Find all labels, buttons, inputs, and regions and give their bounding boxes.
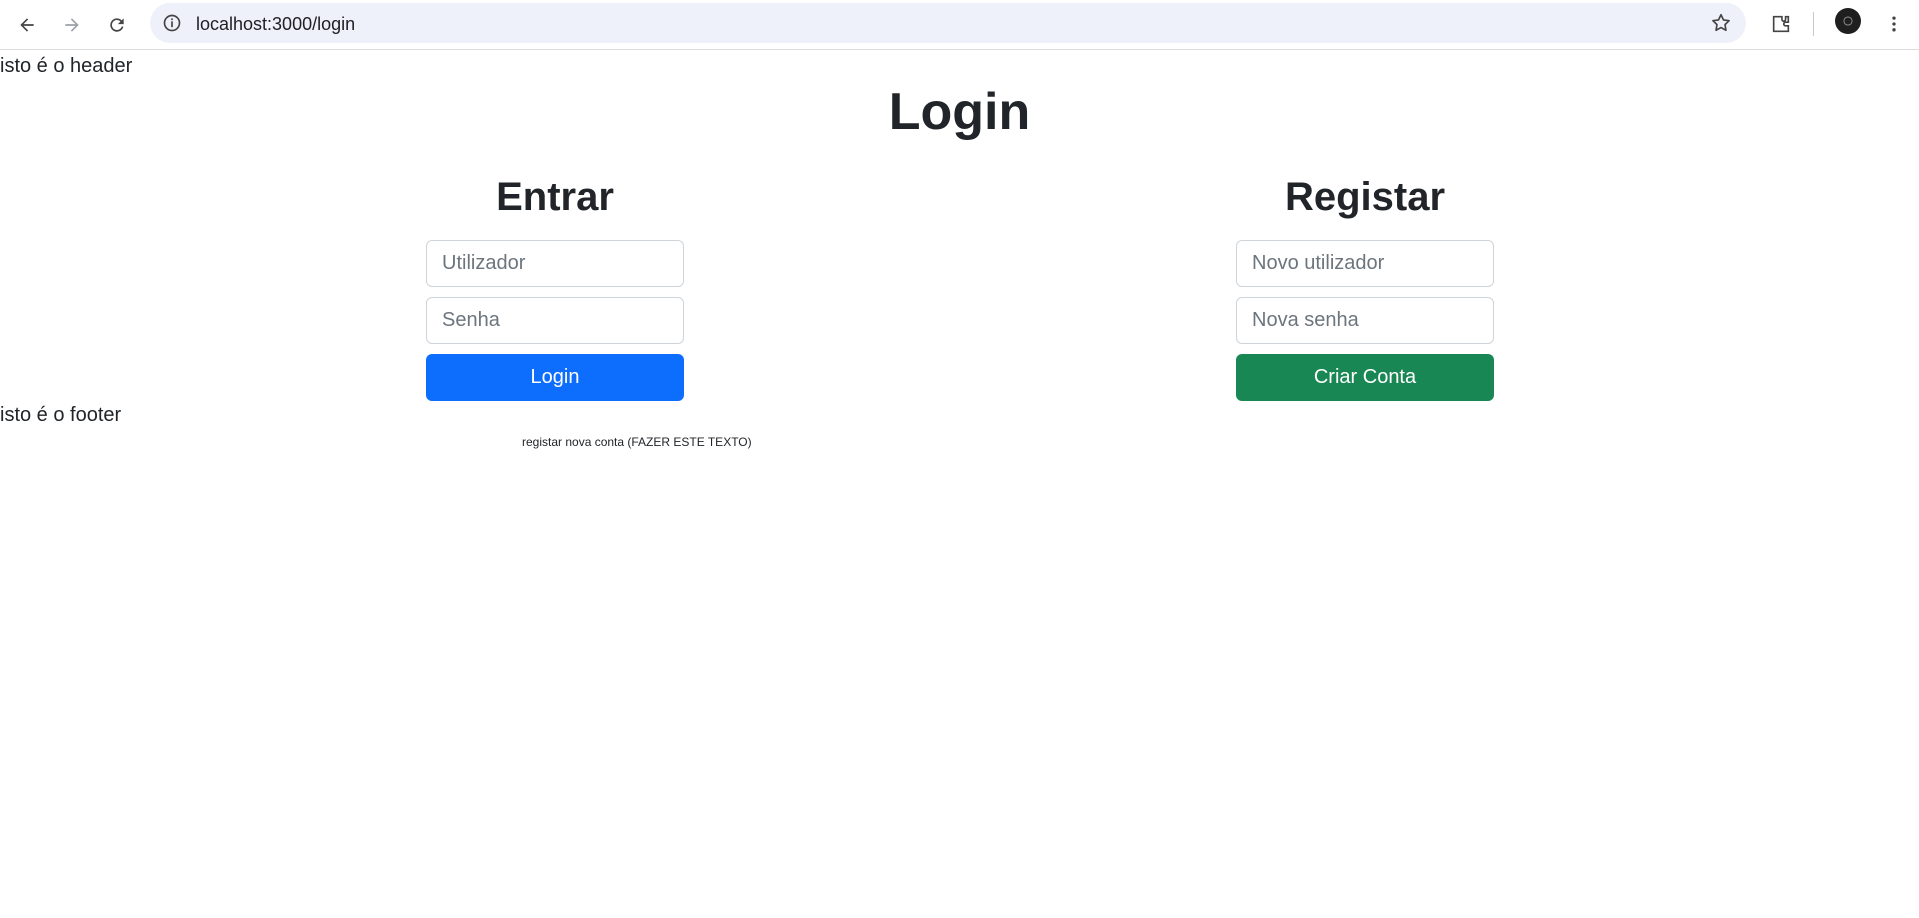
create-account-button[interactable]: Criar Conta [1236, 354, 1494, 401]
new-username-input[interactable] [1236, 240, 1494, 287]
reload-button[interactable] [99, 7, 135, 43]
login-button[interactable]: Login [426, 354, 684, 401]
extensions-button[interactable] [1765, 8, 1797, 40]
more-menu-button[interactable] [1880, 8, 1908, 40]
forward-button[interactable] [54, 7, 90, 43]
register-heading: Registar [1284, 175, 1446, 219]
address-bar[interactable]: localhost:3000/login [150, 3, 1746, 43]
register-form: Registar Criar Conta [1236, 172, 1494, 401]
register-new-account-link[interactable]: registar nova conta (FAZER ESTE TEXTO) [522, 435, 752, 449]
header-text: isto é o header [0, 55, 133, 77]
toolbar-divider [1813, 12, 1814, 36]
username-input[interactable] [426, 240, 684, 287]
back-button[interactable] [9, 7, 45, 43]
address-url[interactable]: localhost:3000/login [196, 14, 355, 35]
back-arrow-icon [20, 18, 34, 32]
forward-arrow-icon [65, 18, 79, 32]
profile-avatar-icon[interactable] [1835, 8, 1861, 34]
site-info-icon[interactable] [162, 13, 182, 33]
browser-toolbar: localhost:3000/login [0, 0, 1919, 50]
login-heading: Entrar [496, 175, 614, 219]
bookmark-star-icon[interactable] [1710, 12, 1732, 34]
extensions-icon [1772, 15, 1790, 33]
new-password-input[interactable] [1236, 297, 1494, 344]
reload-icon [110, 18, 124, 32]
footer-text: isto é o footer [0, 404, 122, 426]
more-menu-icon [1892, 16, 1896, 32]
login-form: Entrar Login [426, 172, 684, 401]
password-input[interactable] [426, 297, 684, 344]
page-title: Login [888, 83, 1031, 141]
